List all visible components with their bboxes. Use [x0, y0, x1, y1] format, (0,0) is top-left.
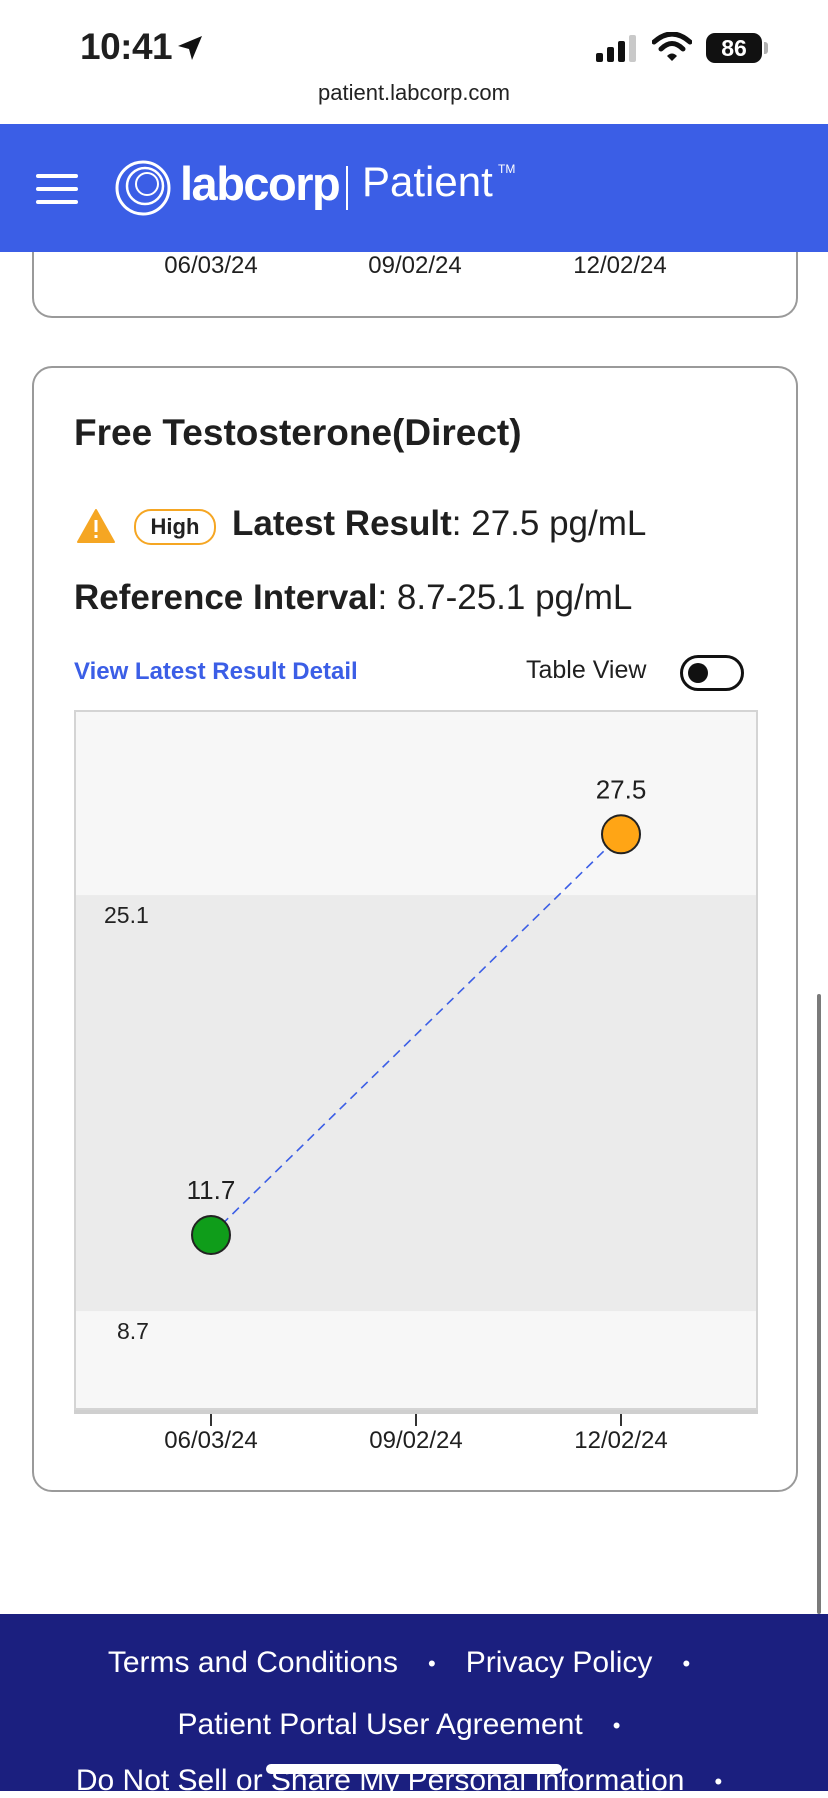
reference-range-band — [74, 895, 758, 1312]
product-name: Patient — [362, 158, 493, 205]
x-tick-label: 09/02/24 — [368, 252, 462, 279]
data-point — [601, 814, 641, 855]
separator-dot: • — [714, 1769, 723, 1795]
battery-nub — [764, 42, 768, 54]
terms-and-conditions-link[interactable]: Terms and Conditions — [108, 1646, 398, 1679]
table-view-label: Table View — [526, 656, 647, 684]
footer-row: Patient Portal User Agreement • — [0, 1708, 828, 1742]
data-point — [191, 1215, 231, 1255]
status-time: 10:41 — [80, 26, 173, 67]
result-trend-chart: 25.1 8.7 06/03/24 09/02/24 12/02/24 11.7 27.… — [74, 710, 758, 1450]
trademark-mark: TM — [498, 162, 516, 176]
separator-dot: • — [428, 1651, 436, 1677]
battery-indicator: 86 — [706, 33, 762, 63]
x-tick-label: 06/03/24 — [164, 1427, 257, 1450]
scrollbar[interactable] — [817, 994, 821, 1614]
data-label: 27.5 — [596, 774, 647, 804]
data-label: 11.7 — [187, 1175, 236, 1205]
reference-interval-value: : 8.7-25.1 pg/mL — [377, 578, 633, 617]
reference-upper-label: 25.1 — [104, 902, 149, 928]
x-tick-label: 12/02/24 — [573, 252, 667, 279]
x-tick-label: 09/02/24 — [369, 1427, 462, 1450]
app-header: labcorp Patient TM — [0, 124, 828, 252]
latest-result-label: Latest Result — [232, 504, 452, 543]
reference-interval: Reference Interval: 8.7-25.1 pg/mL — [74, 578, 632, 618]
hamburger-line — [36, 174, 78, 178]
browser-url[interactable]: patient.labcorp.com — [0, 80, 828, 106]
user-agreement-link[interactable]: Patient Portal User Agreement — [178, 1708, 583, 1741]
separator-dot: • — [682, 1651, 691, 1677]
hamburger-line — [36, 187, 78, 191]
table-view-toggle[interactable] — [680, 655, 744, 691]
wifi-icon — [652, 32, 692, 61]
status-badge: High — [134, 509, 216, 545]
hamburger-menu-button[interactable] — [36, 174, 78, 204]
status-bar: 10:41 86 patient.labcorp.com — [0, 0, 828, 105]
labcorp-logo-icon — [115, 160, 171, 216]
view-latest-result-link[interactable]: View Latest Result Detail — [74, 658, 358, 686]
warning-icon — [77, 509, 115, 543]
separator-dot: • — [612, 1713, 621, 1739]
toggle-knob — [688, 663, 708, 683]
home-indicator — [266, 1764, 562, 1774]
reference-interval-label: Reference Interval — [74, 578, 378, 617]
footer-row: Terms and Conditions • Privacy Policy • — [0, 1646, 828, 1680]
x-tick-label: 06/03/24 — [164, 252, 258, 279]
test-title: Free Testosterone(Direct) — [74, 412, 522, 453]
location-arrow-icon — [178, 36, 202, 60]
cellular-signal-icon — [596, 35, 636, 62]
latest-result: Latest Result: 27.5 pg/mL — [232, 504, 646, 544]
latest-result-value: : 27.5 pg/mL — [451, 504, 647, 543]
brand-wordmark: labcorp — [180, 157, 341, 210]
reference-lower-label: 8.7 — [117, 1318, 149, 1344]
x-tick-label: 12/02/24 — [574, 1427, 667, 1450]
privacy-policy-link[interactable]: Privacy Policy — [466, 1646, 653, 1679]
logo-divider — [346, 166, 348, 210]
hamburger-line — [36, 200, 78, 204]
test-result-card: Free Testosterone(Direct) High Latest Re… — [32, 366, 798, 1492]
